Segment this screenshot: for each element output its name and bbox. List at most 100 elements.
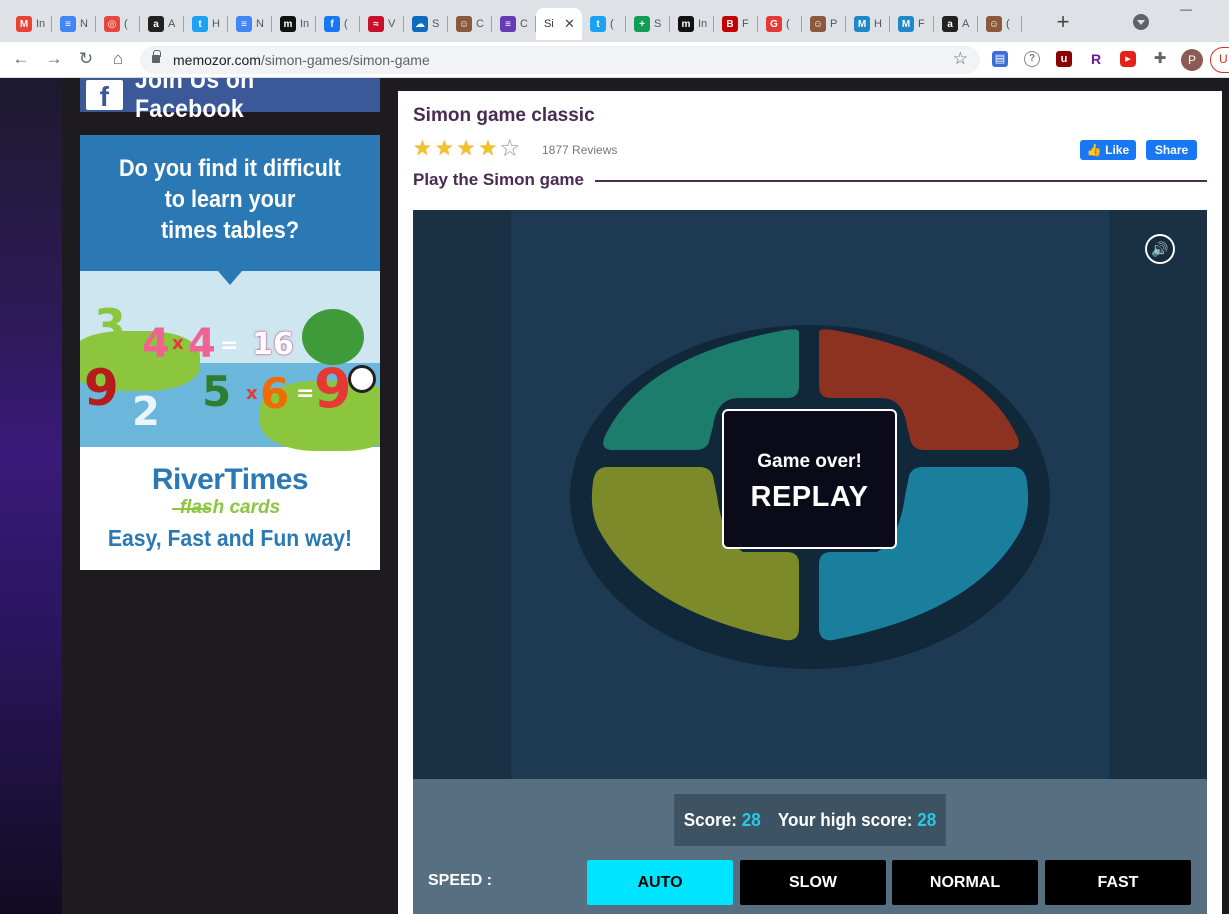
tab-active[interactable]: Si ✕ (536, 8, 582, 40)
profile-avatar[interactable]: P (1181, 49, 1203, 71)
star-rating[interactable]: ★ ★ ★ ★ ★ (413, 137, 520, 160)
browser-tab[interactable]: t( (582, 8, 626, 40)
extension-calendar-icon[interactable]: ▤ (992, 51, 1008, 67)
game-over-text: Game over! (757, 451, 862, 472)
speed-fast-button[interactable]: FAST (1045, 860, 1191, 905)
star-filled-icon[interactable]: ★ (457, 138, 476, 160)
bookmark-star-icon[interactable]: ☆ (953, 49, 968, 69)
ad-equals-sign: = (296, 381, 315, 406)
new-tab-button[interactable]: + (1052, 11, 1074, 34)
twitter-icon: t (192, 16, 208, 32)
close-icon[interactable]: ✕ (564, 16, 575, 32)
browser-tab[interactable]: aA (934, 8, 978, 40)
review-count[interactable]: 1877 Reviews (542, 143, 617, 157)
b-icon: B (722, 16, 738, 32)
subtitle-divider (595, 180, 1207, 182)
tab-label: In (698, 18, 708, 30)
browser-tab[interactable]: m In (272, 8, 316, 40)
ms-icon: m (280, 16, 296, 32)
tab-label: H (212, 18, 220, 30)
browser-tab[interactable]: ☺ P (802, 8, 846, 40)
ad-header: Do you find it difficult to learn your t… (80, 135, 380, 271)
update-button[interactable]: U (1210, 47, 1229, 73)
lock-icon[interactable] (152, 50, 161, 63)
browser-tab[interactable]: ☺ C (448, 8, 492, 40)
ad-times-sign: x (246, 383, 258, 404)
section-subtitle: Play the Simon game (413, 170, 584, 189)
browser-tab[interactable]: G( (758, 8, 802, 40)
address-bar[interactable]: memozor.com/simon-games/simon-game ☆ (140, 46, 980, 74)
browser-tab[interactable]: ≡ C (492, 8, 536, 40)
minimize-icon[interactable]: — (1180, 2, 1192, 16)
high-score-label: Your high score: (777, 809, 913, 830)
star-filled-icon[interactable]: ★ (478, 138, 497, 160)
replay-button[interactable]: Game over! REPLAY (722, 409, 897, 549)
back-icon[interactable]: ← (11, 49, 31, 69)
ad-equals-sign: = (220, 333, 239, 358)
extension-help-icon[interactable]: ? (1024, 51, 1040, 67)
ad-number-30: 9 (314, 357, 352, 420)
browser-tab[interactable]: ≈ V (360, 8, 404, 40)
replay-label: REPLAY (750, 481, 869, 513)
extension-ublock-icon[interactable]: u (1056, 51, 1072, 67)
browser-tab[interactable]: ≡ N (52, 8, 96, 40)
forward-icon[interactable]: → (44, 49, 64, 69)
browser-tab[interactable]: f( (316, 8, 360, 40)
url-text[interactable]: memozor.com/simon-games/simon-game (173, 52, 430, 68)
like-label: Like (1105, 143, 1130, 157)
score-label: Score: (683, 809, 737, 830)
browser-tab[interactable]: M In (8, 8, 52, 40)
facebook-icon: f (86, 80, 123, 110)
facebook-banner[interactable]: f Join Us on Facebook (80, 78, 380, 123)
ad-tagline: Easy, Fast and Fun way! (107, 525, 353, 551)
reload-icon[interactable]: ↻ (76, 49, 96, 69)
rivertimes-ad[interactable]: Do you find it difficult to learn your t… (80, 135, 380, 570)
browser-tab[interactable]: BF (714, 8, 758, 40)
star-filled-icon[interactable]: ★ (413, 138, 432, 160)
home-icon[interactable]: ⌂ (108, 49, 128, 69)
browser-tab[interactable]: ☁ S (404, 8, 448, 40)
speed-auto-button[interactable]: AUTO (587, 860, 733, 905)
tab-label: V (388, 18, 396, 30)
tab-label: In (36, 18, 46, 30)
browser-tab[interactable]: ◎( (96, 8, 140, 40)
tab-label: F (918, 18, 925, 30)
facebook-like-button[interactable]: 👍 Like (1080, 140, 1136, 160)
extension-youtube-icon[interactable]: ▸ (1120, 51, 1136, 67)
sound-toggle-icon[interactable]: 🔊 (1145, 234, 1175, 264)
ad-number-5: 5 (202, 367, 232, 416)
tab-search-icon[interactable] (1133, 14, 1149, 30)
tab-strip: + — M In ≡ N ◎(a At H ≡ Nm In f(≈ V ☁ S ☺ C ≡ C Si ✕ t(+ Sm In… (0, 0, 1229, 42)
ad-pointer (218, 271, 242, 285)
web-page: f Join Us on Facebook Do you find it dif… (0, 78, 1229, 914)
tab-label: ( (610, 18, 614, 30)
cloud-icon: ☁ (412, 16, 428, 32)
score-value: 28 (741, 809, 761, 830)
facebook-share-button[interactable]: Share (1146, 140, 1197, 160)
tab-label: C (520, 18, 528, 30)
game-controls: Score: 28 Your high score: 28 SPEED : AU… (413, 779, 1207, 914)
extension-r-icon[interactable]: R (1088, 51, 1104, 67)
speed-normal-button[interactable]: NORMAL (892, 860, 1038, 905)
page-title: Simon game classic (413, 105, 595, 126)
browser-tab[interactable]: ☺( (978, 8, 1022, 40)
high-score-value: 28 (917, 809, 937, 830)
star-filled-icon[interactable]: ★ (435, 138, 454, 160)
browser-tab[interactable]: tH (184, 8, 228, 40)
mo-icon: M (854, 16, 870, 32)
twitter-icon: t (590, 16, 606, 32)
browser-tab[interactable]: m In (670, 8, 714, 40)
extensions-puzzle-icon[interactable]: ✚ (1152, 51, 1168, 67)
score-display: Score: 28 (684, 810, 761, 831)
browser-tab[interactable]: MH (846, 8, 890, 40)
star-empty-icon[interactable]: ★ (500, 137, 520, 160)
browser-tab[interactable]: aA (140, 8, 184, 40)
ad-number-flamingo: 4 (142, 321, 170, 367)
browser-tab[interactable]: MF (890, 8, 934, 40)
browser-tab[interactable]: + S (626, 8, 670, 40)
browser-tab[interactable]: ≡ N (228, 8, 272, 40)
sheets-icon: + (634, 16, 650, 32)
ad-number-2: 2 (132, 389, 160, 435)
speed-slow-button[interactable]: SLOW (740, 860, 886, 905)
url-host: memozor.com (173, 52, 261, 68)
